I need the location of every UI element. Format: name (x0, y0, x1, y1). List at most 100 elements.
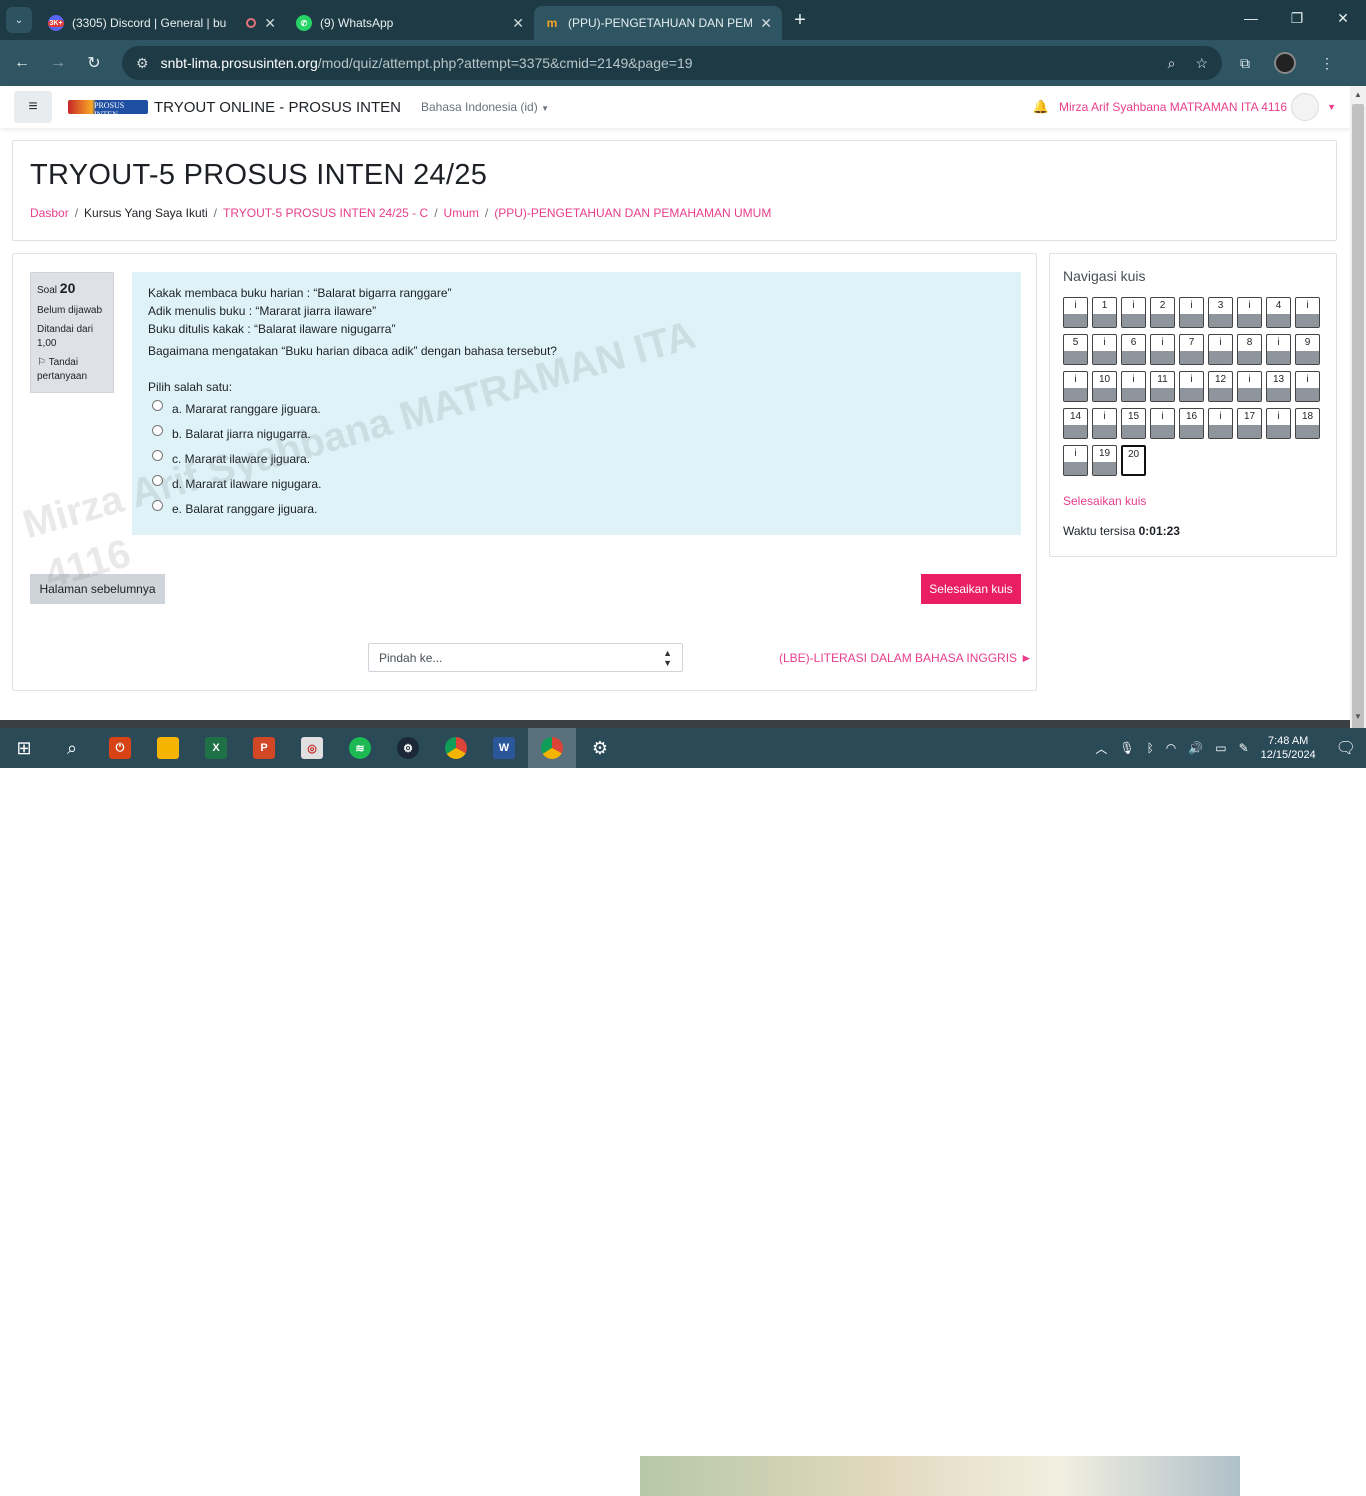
nav-question-cell[interactable]: 2 (1150, 297, 1175, 328)
nav-question-cell[interactable]: 14 (1063, 408, 1088, 439)
minimize-icon[interactable]: — (1228, 10, 1274, 27)
profile-avatar[interactable] (1274, 52, 1296, 74)
page-scrollbar[interactable]: ▲ ▼ (1350, 86, 1366, 734)
app-icon[interactable]: ⏻ (96, 728, 144, 768)
nav-info-cell[interactable]: i (1295, 297, 1320, 328)
microphone-icon[interactable]: 🎙 (1119, 741, 1134, 755)
notification-center-icon[interactable]: 🗨 (1336, 738, 1356, 758)
settings-icon[interactable]: ⚙ (576, 728, 624, 768)
address-bar[interactable]: ⚙ snbt-lima.prosusinten.org/mod/quiz/att… (122, 46, 1222, 80)
flag-question[interactable]: ⚐ Tandai pertanyaan (37, 356, 107, 384)
jump-to-select[interactable]: Pindah ke... ▲ ▼ (368, 643, 683, 672)
nav-info-cell[interactable]: i (1092, 334, 1117, 365)
nav-question-cell[interactable]: 15 (1121, 408, 1146, 439)
nav-question-cell[interactable]: 19 (1092, 445, 1117, 476)
nav-question-cell[interactable]: 11 (1150, 371, 1175, 402)
site-info-icon[interactable]: ⚙ (136, 55, 149, 72)
breadcrumb-course[interactable]: TRYOUT-5 PROSUS INTEN 24/25 - C (223, 206, 428, 220)
nav-question-cell[interactable]: 3 (1208, 297, 1233, 328)
nav-info-cell[interactable]: i (1237, 371, 1262, 402)
volume-icon[interactable]: 🔊 (1188, 741, 1203, 755)
scrollbar-thumb[interactable] (1352, 104, 1364, 734)
language-selector[interactable]: Bahasa Indonesia (id) ▼ (421, 100, 549, 114)
browser-menu-icon[interactable]: ⋮ (1320, 55, 1334, 72)
radio-button[interactable] (152, 425, 163, 436)
nav-info-cell[interactable]: i (1063, 371, 1088, 402)
chrome-icon[interactable] (432, 728, 480, 768)
nav-question-cell[interactable]: 6 (1121, 334, 1146, 365)
search-icon[interactable]: ⌕ (48, 728, 96, 768)
answer-option-c[interactable]: c. Mararat ilaware jiguara. (152, 446, 1005, 471)
site-logo[interactable]: PROSUS INTEN (68, 100, 148, 119)
nav-question-cell[interactable]: 5 (1063, 334, 1088, 365)
finish-quiz-button[interactable]: Selesaikan kuis (921, 574, 1021, 604)
nav-info-cell[interactable]: i (1179, 371, 1204, 402)
wifi-icon[interactable]: ◠ (1166, 741, 1176, 755)
nav-info-cell[interactable]: i (1063, 297, 1088, 328)
nav-question-cell[interactable]: 4 (1266, 297, 1291, 328)
nav-question-cell[interactable]: 10 (1092, 371, 1117, 402)
scroll-up-icon[interactable]: ▲ (1350, 90, 1366, 99)
nav-question-cell[interactable]: 1 (1092, 297, 1117, 328)
tab-discord[interactable]: 3K+ (3305) Discord | General | bu ✕ (38, 6, 286, 40)
nav-info-cell[interactable]: i (1179, 297, 1204, 328)
tab-quiz[interactable]: m (PPU)-PENGETAHUAN DAN PEM ✕ (534, 6, 782, 40)
site-name[interactable]: TRYOUT ONLINE - PROSUS INTEN (154, 99, 401, 116)
windows-start-icon[interactable]: ⊞ (0, 728, 48, 768)
restore-icon[interactable]: ❐ (1274, 10, 1320, 27)
radio-button[interactable] (152, 450, 163, 461)
nav-question-cell[interactable]: 8 (1237, 334, 1262, 365)
battery-icon[interactable]: ▭ (1215, 741, 1226, 755)
nav-question-cell[interactable]: 13 (1266, 371, 1291, 402)
clock[interactable]: 7:48 AM 12/15/2024 (1261, 734, 1316, 762)
back-arrow-icon[interactable]: ← (4, 54, 40, 72)
nav-question-cell[interactable]: 9 (1295, 334, 1320, 365)
close-window-icon[interactable]: ✕ (1320, 10, 1366, 27)
breadcrumb-dasbor[interactable]: Dasbor (30, 206, 69, 220)
pen-icon[interactable]: ✎ (1239, 741, 1249, 755)
nav-question-cell[interactable]: 7 (1179, 334, 1204, 365)
answer-option-d[interactable]: d. Mararat ilaware nigugara. (152, 471, 1005, 496)
new-tab-button[interactable]: + (782, 9, 818, 32)
nav-info-cell[interactable]: i (1237, 297, 1262, 328)
radio-button[interactable] (152, 400, 163, 411)
nav-info-cell[interactable]: i (1208, 408, 1233, 439)
chrome-profile-icon[interactable] (528, 728, 576, 768)
next-activity-link[interactable]: (LBE)-LITERASI DALAM BAHASA INGGRIS ► (779, 651, 1032, 665)
nav-info-cell[interactable]: i (1092, 408, 1117, 439)
scroll-down-icon[interactable]: ▼ (1350, 712, 1366, 721)
nav-info-cell[interactable]: i (1063, 445, 1088, 476)
answer-option-a[interactable]: a. Mararat ranggare jiguara. (152, 396, 1005, 421)
powerpoint-icon[interactable]: P (240, 728, 288, 768)
show-hidden-icons-icon[interactable]: ︿ (1095, 740, 1107, 757)
radio-button[interactable] (152, 500, 163, 511)
spotify-icon[interactable]: ≋ (336, 728, 384, 768)
tab-search-button[interactable]: ⌄ (6, 7, 32, 33)
nav-info-cell[interactable]: i (1121, 371, 1146, 402)
excel-icon[interactable]: X (192, 728, 240, 768)
previous-page-button[interactable]: Halaman sebelumnya (30, 574, 165, 604)
close-tab-icon[interactable]: ✕ (512, 15, 524, 32)
tab-whatsapp[interactable]: ✆ (9) WhatsApp ✕ (286, 6, 534, 40)
nav-question-cell[interactable]: 20 (1121, 445, 1146, 476)
nav-info-cell[interactable]: i (1266, 408, 1291, 439)
notification-bell-icon[interactable]: 🔔 (1033, 99, 1049, 115)
answer-option-b[interactable]: b. Balarat jiarra nigugarra. (152, 421, 1005, 446)
nav-question-cell[interactable]: 18 (1295, 408, 1320, 439)
extensions-icon[interactable]: ⧉ (1240, 55, 1250, 72)
bluetooth-icon[interactable]: ᛒ (1147, 741, 1154, 755)
radio-button[interactable] (152, 475, 163, 486)
nav-info-cell[interactable]: i (1208, 334, 1233, 365)
hamburger-menu-icon[interactable]: ≡ (14, 91, 52, 123)
nav-question-cell[interactable]: 16 (1179, 408, 1204, 439)
close-tab-icon[interactable]: ✕ (264, 15, 276, 32)
nav-question-cell[interactable]: 17 (1237, 408, 1262, 439)
finish-quiz-link[interactable]: Selesaikan kuis (1063, 494, 1323, 508)
bookmark-star-icon[interactable]: ☆ (1195, 55, 1208, 72)
nav-info-cell[interactable]: i (1121, 297, 1146, 328)
zoom-icon[interactable]: ⌕ (1168, 55, 1176, 72)
nav-question-cell[interactable]: 12 (1208, 371, 1233, 402)
breadcrumb-umum[interactable]: Umum (444, 206, 479, 220)
breadcrumb-quiz[interactable]: (PPU)-PENGETAHUAN DAN PEMAHAMAN UMUM (494, 206, 771, 220)
nav-info-cell[interactable]: i (1150, 334, 1175, 365)
